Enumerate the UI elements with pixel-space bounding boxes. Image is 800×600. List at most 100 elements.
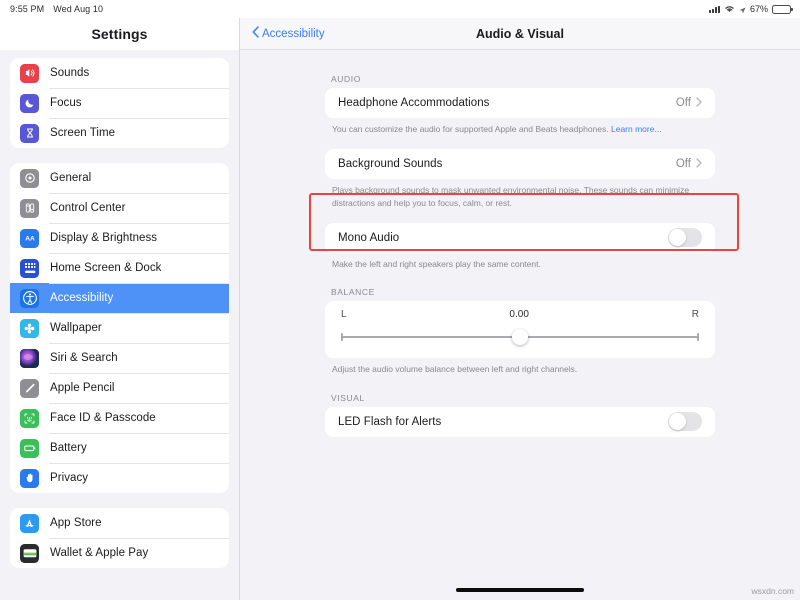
sidebar-item-label: Sounds (50, 67, 89, 79)
sidebar-item-label: Wallet & Apple Pay (50, 547, 148, 559)
sidebar-item-label: General (50, 172, 91, 184)
status-time: 9:55 PM (10, 4, 44, 14)
sidebar-item-general[interactable]: General (10, 163, 229, 193)
sidebar-group-1: Sounds Focus Screen Time (10, 58, 229, 148)
hand-raised-icon (20, 469, 39, 488)
control-center-icon (20, 199, 39, 218)
svg-text:AA: AA (25, 236, 35, 243)
siri-icon (20, 349, 39, 368)
headphone-accommodations-card: Headphone Accommodations Off (325, 88, 715, 118)
sidebar-item-apple-pencil[interactable]: Apple Pencil (10, 373, 229, 403)
sidebar-item-label: Privacy (50, 472, 88, 484)
row-background-sounds[interactable]: Background Sounds Off (325, 149, 715, 179)
app-store-icon (20, 514, 39, 533)
row-headphone-accommodations[interactable]: Headphone Accommodations Off (325, 88, 715, 118)
balance-left-label: L (341, 309, 347, 320)
row-label: Background Sounds (338, 158, 676, 170)
face-id-icon (20, 409, 39, 428)
balance-labels: L 0.00 R (341, 309, 699, 320)
cellular-signal-icon (709, 5, 720, 13)
speaker-icon (20, 64, 39, 83)
row-label: Headphone Accommodations (338, 97, 676, 109)
sidebar-item-accessibility[interactable]: Accessibility (10, 283, 229, 313)
learn-more-link[interactable]: Learn more... (611, 124, 662, 134)
sidebar-item-siri-search[interactable]: Siri & Search (10, 343, 229, 373)
pencil-icon (20, 379, 39, 398)
row-mono-audio[interactable]: Mono Audio (325, 223, 715, 253)
detail-pane: Accessibility Audio & Visual AUDIO Headp… (240, 18, 800, 600)
home-indicator[interactable] (456, 588, 584, 592)
sidebar-item-label: Face ID & Passcode (50, 412, 156, 424)
audio-section: AUDIO Headphone Accommodations Off You c… (325, 74, 715, 270)
navigation-bar: Accessibility Audio & Visual (240, 18, 800, 50)
background-sounds-footnote: Plays background sounds to mask unwanted… (325, 179, 715, 209)
wallpaper-flower-icon (20, 319, 39, 338)
location-arrow-icon (739, 6, 746, 13)
sidebar-item-label: Siri & Search (50, 352, 118, 364)
sidebar-item-label: Display & Brightness (50, 232, 157, 244)
row-label: Mono Audio (338, 232, 668, 244)
balance-section: BALANCE L 0.00 R (325, 287, 715, 375)
sidebar-item-label: Focus (50, 97, 82, 109)
sidebar-item-label: Battery (50, 442, 87, 454)
chevron-right-icon (696, 158, 702, 171)
slider-right-cap (697, 333, 699, 341)
mono-audio-toggle[interactable] (668, 228, 702, 247)
sidebar-item-control-center[interactable]: Control Center (10, 193, 229, 223)
led-flash-toggle[interactable] (668, 412, 702, 431)
sidebar-item-wallet-apple-pay[interactable]: Wallet & Apple Pay (10, 538, 229, 568)
sidebar-item-display-brightness[interactable]: AA Display & Brightness (10, 223, 229, 253)
settings-content: AUDIO Headphone Accommodations Off You c… (240, 50, 800, 600)
sidebar-item-label: App Store (50, 517, 102, 529)
row-led-flash-for-alerts[interactable]: LED Flash for Alerts (325, 407, 715, 437)
home-screen-grid-icon (20, 259, 39, 278)
sidebar-item-label: Screen Time (50, 127, 115, 139)
sidebar-item-label: Control Center (50, 202, 125, 214)
sidebar-item-wallpaper[interactable]: Wallpaper (10, 313, 229, 343)
balance-footnote: Adjust the audio volume balance between … (325, 358, 715, 375)
back-button[interactable]: Accessibility (252, 26, 325, 41)
gear-icon (20, 169, 39, 188)
sidebar-item-home-screen-dock[interactable]: Home Screen & Dock (10, 253, 229, 283)
slider-left-cap (341, 333, 343, 341)
row-value: Off (676, 158, 691, 170)
accessibility-icon (20, 289, 39, 308)
balance-section-label: BALANCE (325, 287, 715, 301)
led-flash-card: LED Flash for Alerts (325, 407, 715, 437)
sidebar-item-app-store[interactable]: App Store (10, 508, 229, 538)
slider-thumb[interactable] (512, 329, 528, 345)
sidebar-item-label: Apple Pencil (50, 382, 115, 394)
bottom-bar: wsxdn.com (240, 578, 800, 600)
status-date: Wed Aug 10 (53, 4, 103, 14)
chevron-left-icon (252, 26, 259, 41)
wifi-icon (724, 5, 735, 13)
headphone-accommodations-footnote: You can customize the audio for supporte… (325, 118, 715, 135)
row-label: LED Flash for Alerts (338, 416, 668, 428)
sidebar-scroll-area[interactable]: Sounds Focus Screen Time (0, 50, 239, 600)
sidebar-item-label: Accessibility (50, 292, 113, 304)
status-bar-right: 67% (709, 4, 791, 14)
back-button-label: Accessibility (262, 28, 325, 40)
sidebar-item-label: Home Screen & Dock (50, 262, 161, 274)
ipad-settings-screen: 9:55 PM Wed Aug 10 67% Settings (0, 0, 800, 600)
sidebar-item-label: Wallpaper (50, 322, 102, 334)
sidebar-item-sounds[interactable]: Sounds (10, 58, 229, 88)
chevron-right-icon (696, 97, 702, 110)
sidebar-item-screen-time[interactable]: Screen Time (10, 118, 229, 148)
sidebar-item-face-id-passcode[interactable]: Face ID & Passcode (10, 403, 229, 433)
status-bar: 9:55 PM Wed Aug 10 67% (0, 0, 800, 18)
balance-right-label: R (692, 309, 699, 320)
sidebar-group-3: App Store Wallet & Apple Pay (10, 508, 229, 568)
sidebar-item-battery[interactable]: Battery (10, 433, 229, 463)
mono-audio-card: Mono Audio (325, 223, 715, 253)
wallet-icon (20, 544, 39, 563)
moon-icon (20, 94, 39, 113)
sidebar-item-privacy[interactable]: Privacy (10, 463, 229, 493)
aa-text-icon: AA (20, 229, 39, 248)
toggle-switch-off-icon (669, 413, 686, 430)
sidebar-title: Settings (0, 18, 239, 50)
hourglass-icon (20, 124, 39, 143)
balance-card: L 0.00 R (325, 301, 715, 358)
sidebar-item-focus[interactable]: Focus (10, 88, 229, 118)
balance-slider[interactable] (341, 329, 699, 345)
